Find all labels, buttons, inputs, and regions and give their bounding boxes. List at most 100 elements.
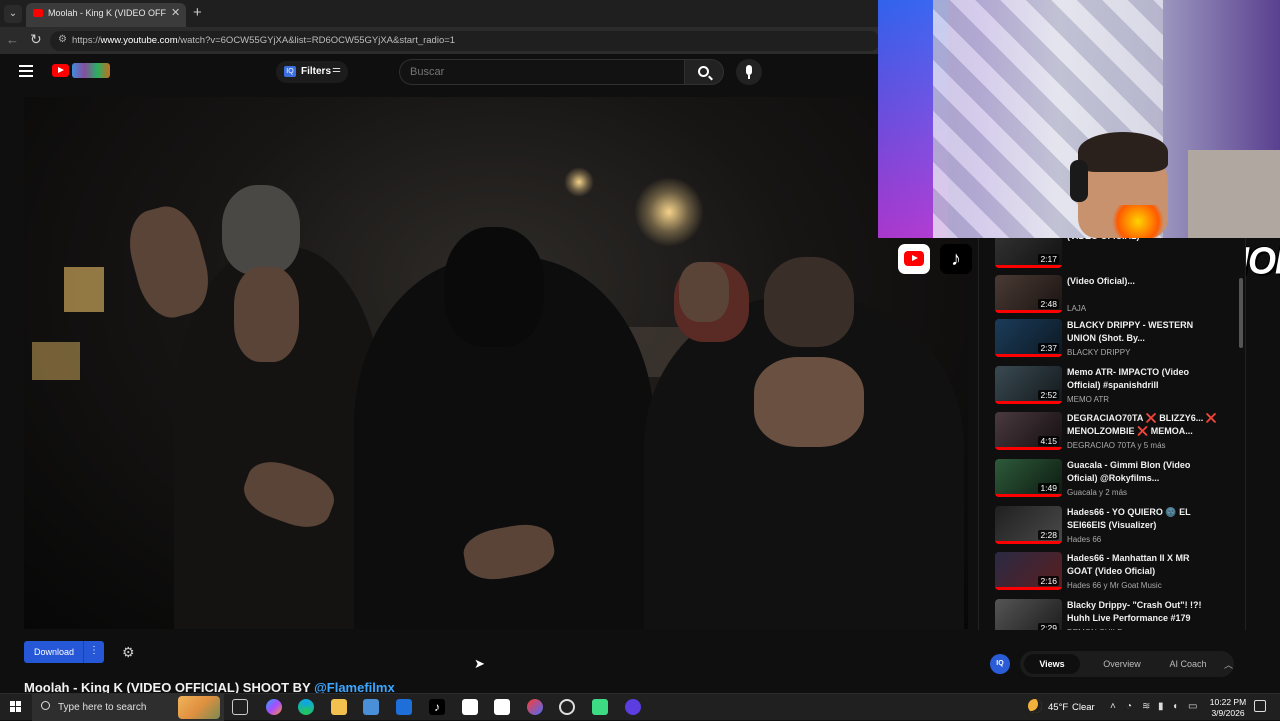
tiktok-app-icon[interactable]: ♪ — [429, 699, 445, 715]
capcut-icon[interactable] — [494, 699, 510, 715]
streamlabs-icon[interactable] — [592, 699, 608, 715]
related-video-title[interactable]: (Video Oficial)... — [1067, 275, 1217, 288]
video-thumbnail[interactable]: 1:49 — [995, 459, 1062, 497]
tiktok-icon: ♪ — [940, 244, 972, 274]
video-thumbnail[interactable]: 2:17 — [995, 238, 1062, 268]
view-switcher: Views Overview AI Coach — [1020, 651, 1234, 677]
related-video-channel[interactable]: BLACKY DRIPPY — [1067, 348, 1130, 357]
watched-progress-bar — [995, 310, 1062, 313]
tab-views[interactable]: Views — [1024, 654, 1080, 674]
tab-list-button[interactable]: ⌄ — [4, 5, 22, 23]
task-view-icon[interactable] — [232, 699, 248, 715]
video-thumbnail[interactable]: 2:37 — [995, 319, 1062, 357]
capcut-icon[interactable] — [462, 699, 478, 715]
taskbar-search[interactable]: Type here to search — [32, 694, 224, 721]
watched-progress-bar — [995, 265, 1062, 268]
edge-icon[interactable] — [298, 699, 314, 715]
video-thumbnail[interactable]: 2:29 — [995, 599, 1062, 630]
browser-tab[interactable]: Moolah - King K (VIDEO OFFICIAL ✕ — [26, 3, 186, 27]
windows-taskbar: Type here to search ♪ 45°F Clear ˄ ◔ ≋ ▮… — [0, 693, 1280, 721]
related-video-title[interactable]: Hades66 - YO QUIERO 🌚 EL SEI66EIS (Visua… — [1067, 506, 1217, 532]
related-video-item[interactable]: 2:28 Hades66 - YO QUIERO 🌚 EL SEI66EIS (V… — [995, 506, 1235, 550]
microsoft-store-icon[interactable] — [363, 699, 379, 715]
video-thumbnail[interactable]: 2:48 — [995, 275, 1062, 313]
tab-ai-coach[interactable]: AI Coach — [1160, 654, 1216, 674]
video-duration: 2:17 — [1038, 254, 1059, 264]
related-video-channel[interactable]: Hades 66 y Mr Goat Music — [1067, 581, 1162, 590]
street-light — [564, 167, 594, 197]
related-video-title[interactable]: (VIDEO OFICIAL) — [1067, 238, 1217, 243]
weather-moon-icon[interactable] — [1028, 699, 1042, 713]
network-icon[interactable]: ◔ — [1126, 701, 1132, 712]
iq-logo[interactable]: IQ — [990, 654, 1010, 674]
related-video-item[interactable]: 2:37 BLACKY DRIPPY - WESTERN UNION (Shot.… — [995, 319, 1235, 363]
search-icon — [698, 66, 709, 77]
youtube-logo[interactable] — [52, 64, 69, 77]
clock-time[interactable]: 10:22 PM — [1204, 697, 1252, 708]
mail-icon[interactable] — [396, 699, 412, 715]
chevron-up-icon[interactable]: ︿ — [1224, 658, 1233, 671]
video-thumbnail[interactable]: 2:16 — [995, 552, 1062, 590]
chevron-up-icon[interactable]: ˄ — [1110, 701, 1116, 712]
chrome-profile-icon[interactable] — [527, 699, 543, 715]
related-video-title[interactable]: Blacky Drippy- "Crash Out"! !?! Huhh Liv… — [1067, 599, 1217, 625]
related-video-channel[interactable]: Guacala y 2 más — [1067, 488, 1127, 497]
site-info-icon[interactable]: ⚙ — [58, 34, 67, 45]
notification-icon[interactable] — [1254, 700, 1266, 712]
address-bar[interactable]: ⚙ https://www.youtube.com/watch?v=6OCW55… — [50, 31, 880, 51]
gear-icon[interactable]: ⚙ — [122, 644, 135, 661]
related-video-channel[interactable]: DEGRACIAO 70TA y 5 más — [1067, 441, 1166, 450]
search-input[interactable] — [399, 59, 684, 85]
hamburger-menu-icon[interactable] — [19, 65, 33, 77]
related-video-title[interactable]: DEGRACIAO70TA ❌ BLIZZY6... ❌ MENOLZOMBIE… — [1067, 412, 1217, 438]
obs-icon[interactable] — [559, 699, 575, 715]
copilot-icon[interactable] — [266, 699, 282, 715]
video-thumbnail[interactable]: 2:52 — [995, 366, 1062, 404]
related-video-item[interactable]: 1:49 Guacala - Gimmi Blon (Video Oficial)… — [995, 459, 1235, 503]
microphone-icon[interactable]: ▮ — [1158, 701, 1164, 712]
back-arrow-icon[interactable]: ← — [6, 32, 19, 47]
sliders-icon: ⚌ — [332, 64, 341, 75]
file-explorer-icon[interactable] — [331, 699, 347, 715]
related-video-item[interactable]: 2:17 (VIDEO OFICIAL) — [995, 238, 1235, 274]
video-thumbnail[interactable]: 4:15 — [995, 412, 1062, 450]
scrollbar-thumb[interactable] — [1239, 278, 1243, 348]
related-video-channel[interactable]: Hades 66 — [1067, 535, 1101, 544]
related-video-item[interactable]: 2:29 Blacky Drippy- "Crash Out"! !?! Huhh… — [995, 599, 1235, 630]
voice-search-button[interactable] — [736, 59, 762, 85]
video-duration: 2:29 — [1038, 623, 1059, 630]
related-video-title[interactable]: BLACKY DRIPPY - WESTERN UNION (Shot. By.… — [1067, 319, 1217, 345]
weather-temperature[interactable]: 45°F — [1048, 702, 1068, 713]
related-video-channel[interactable]: LAJA — [1067, 304, 1086, 313]
related-video-title[interactable]: Memo ATR- IMPACTO (Video Official) #span… — [1067, 366, 1217, 392]
video-duration: 4:15 — [1038, 436, 1059, 446]
download-button[interactable]: Download ⋮ — [24, 641, 104, 663]
related-video-item[interactable]: 4:15 DEGRACIAO70TA ❌ BLIZZY6... ❌ MENOLZO… — [995, 412, 1235, 456]
video-duration: 2:52 — [1038, 390, 1059, 400]
tab-close-icon[interactable]: ✕ — [171, 6, 180, 19]
related-video-channel[interactable]: DEMON CHILD — [1067, 628, 1123, 630]
watched-progress-bar — [995, 494, 1062, 497]
weather-condition[interactable]: Clear — [1072, 702, 1095, 713]
search-button[interactable] — [684, 59, 724, 85]
filters-button[interactable]: IQ Filters ⚌ — [276, 61, 348, 83]
clock-date[interactable]: 3/9/2026 — [1204, 708, 1252, 719]
app-icon[interactable] — [625, 699, 641, 715]
related-video-item[interactable]: 2:16 Hades66 - Manhattan II X MR GOAT (Vi… — [995, 552, 1235, 596]
related-video-item[interactable]: 2:52 Memo ATR- IMPACTO (Video Official) #… — [995, 366, 1235, 410]
youtube-doodle[interactable] — [72, 63, 110, 78]
video-thumbnail[interactable]: 2:28 — [995, 506, 1062, 544]
volume-icon[interactable]: ◖ — [1172, 701, 1178, 712]
new-tab-button[interactable]: + — [193, 4, 202, 21]
related-video-title[interactable]: Hades66 - Manhattan II X MR GOAT (Video … — [1067, 552, 1217, 578]
video-player[interactable] — [24, 97, 968, 629]
reload-icon[interactable]: ↻ — [30, 31, 42, 48]
related-video-channel[interactable]: MEMO ATR — [1067, 395, 1109, 404]
related-video-item[interactable]: 2:48 (Video Oficial)... LAJA — [995, 275, 1235, 319]
wifi-icon[interactable]: ≋ — [1142, 701, 1150, 712]
battery-icon[interactable]: ▭ — [1188, 701, 1197, 712]
windows-start-icon[interactable] — [10, 701, 22, 713]
tab-overview[interactable]: Overview — [1092, 654, 1152, 674]
download-options-icon[interactable]: ⋮ — [89, 645, 99, 656]
related-video-title[interactable]: Guacala - Gimmi Blon (Video Oficial) @Ro… — [1067, 459, 1217, 485]
